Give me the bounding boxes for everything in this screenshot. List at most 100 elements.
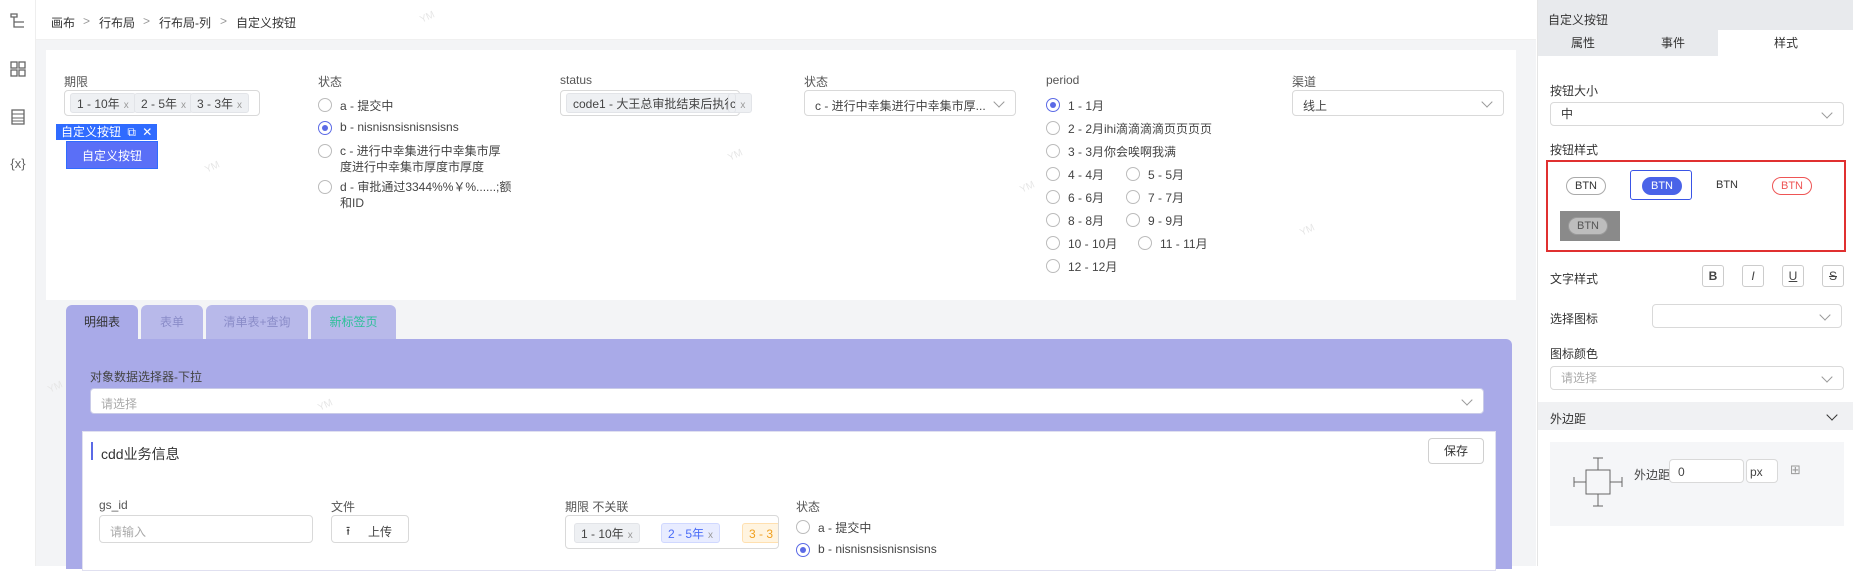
chevron-down-icon: [1819, 309, 1831, 321]
radio-label: a - 提交中: [818, 521, 872, 535]
radio[interactable]: [1046, 213, 1060, 227]
radio-label: 10 - 10月: [1068, 237, 1118, 251]
breadcrumb-item[interactable]: 画布: [51, 14, 75, 31]
upload-button[interactable]: ⭱ 上传: [331, 515, 409, 543]
strikethrough-toggle[interactable]: S: [1822, 265, 1844, 287]
components-grid-icon[interactable]: [8, 60, 28, 80]
radio[interactable]: [318, 180, 332, 194]
tab-events[interactable]: 事件: [1628, 30, 1718, 56]
form-row: 期限 1 - 10年 x 2 - 5年 x 3 - 3年 x 状态 a - 提交中 b…: [46, 50, 1516, 300]
tab-properties[interactable]: 属性: [1538, 30, 1628, 56]
breadcrumb-item[interactable]: 行布局-列: [159, 14, 211, 31]
btn-style-primary[interactable]: BTN: [1642, 177, 1682, 195]
radio[interactable]: [1138, 236, 1152, 250]
upload-icon: ⭱: [346, 524, 351, 538]
underline-toggle[interactable]: U: [1782, 265, 1804, 287]
status-select[interactable]: c - 进行中幸集进行中幸集市厚...: [804, 90, 1016, 116]
radio-label: 5 - 5月: [1148, 168, 1185, 182]
radio-label: d - 审批通过3344%%￥%......;额: [340, 180, 512, 194]
radio[interactable]: [1046, 121, 1060, 135]
radio-label-cont: 度进行中幸集市厚度市厚度: [340, 160, 485, 174]
tag[interactable]: 3 - 3年 x: [190, 93, 250, 113]
picker-label: 对象数据选择器-下拉: [90, 370, 202, 384]
breadcrumb-item[interactable]: 行布局: [99, 14, 135, 31]
radio[interactable]: [1126, 190, 1140, 204]
section-marker: [91, 442, 93, 460]
field-label: 状态: [804, 75, 829, 89]
tag: 2 - 5年 x: [661, 523, 721, 543]
tab-new[interactable]: 新标签页: [311, 305, 396, 339]
tab-list-query[interactable]: 清单表+查询: [206, 305, 308, 339]
bold-toggle[interactable]: B: [1702, 265, 1724, 287]
breadcrumb-sep: >: [143, 14, 151, 28]
section-card: cdd业务信息 保存 gs_id 请输入 文件 ⭱ 上传 期限 不关联 1 - …: [82, 431, 1496, 571]
italic-toggle[interactable]: I: [1742, 265, 1764, 287]
radio[interactable]: [1126, 213, 1140, 227]
left-toolbar: {x}: [0, 0, 36, 566]
btn-style-danger[interactable]: BTN: [1772, 177, 1812, 195]
icon-color-select[interactable]: 请选择: [1550, 366, 1844, 390]
breadcrumb-item[interactable]: 自定义按钮: [236, 14, 296, 31]
size-label: 按钮大小: [1550, 84, 1599, 98]
margin-label: 外边距: [1634, 468, 1671, 482]
radio-label: 1 - 1月: [1068, 99, 1105, 113]
btn-style-outline[interactable]: BTN: [1566, 177, 1606, 195]
margin-input[interactable]: 0: [1669, 459, 1744, 483]
field-label: period: [1046, 73, 1080, 87]
property-panel: 自定义按钮 属性 事件 样式 按钮大小 中 按钮样式 BTN BTN BTN B…: [1537, 0, 1853, 566]
radio[interactable]: [318, 144, 332, 158]
breadcrumb-sep: >: [83, 14, 91, 28]
radio[interactable]: [796, 520, 810, 534]
tab-form[interactable]: 表单: [141, 305, 203, 339]
size-select[interactable]: 中: [1550, 102, 1844, 126]
radio-label: 3 - 3月你会唉啊我满: [1068, 145, 1177, 159]
radio-label: b - nisnisnsisnisnsisns: [818, 542, 937, 556]
radio-label: 12 - 12月: [1068, 260, 1118, 274]
radio-label: 8 - 8月: [1068, 214, 1105, 228]
gs-id-input[interactable]: 请输入: [99, 515, 313, 543]
link-sides-icon[interactable]: ⊞: [1790, 462, 1801, 478]
chevron-down-icon: [1461, 394, 1473, 406]
radio-label: c - 进行中幸集进行中幸集市厚: [340, 144, 501, 158]
radio-selected[interactable]: [796, 543, 810, 557]
custom-button[interactable]: 自定义按钮: [66, 141, 158, 169]
tag[interactable]: 1 - 10年 x: [70, 93, 136, 113]
style-label: 按钮样式: [1550, 143, 1599, 157]
radio-selected[interactable]: [318, 121, 332, 135]
btn-style-disabled[interactable]: BTN: [1568, 217, 1608, 235]
radio[interactable]: [1046, 144, 1060, 158]
margin-editor: 外边距 0 px ⊞: [1550, 442, 1844, 526]
selected-component-tag[interactable]: 自定义按钮 ⧉ ✕: [56, 124, 158, 140]
object-picker[interactable]: 请选择: [90, 388, 1484, 414]
margin-box-icon: [1573, 457, 1623, 507]
radio[interactable]: [1046, 167, 1060, 181]
field-label: gs_id: [99, 498, 128, 512]
icon-select[interactable]: [1652, 304, 1842, 328]
btn-style-text[interactable]: BTN: [1708, 177, 1746, 195]
radio-selected[interactable]: [1046, 98, 1060, 112]
save-button[interactable]: 保存: [1428, 438, 1484, 464]
radio-label: 9 - 9月: [1148, 214, 1185, 228]
term-multiselect[interactable]: 1 - 10年 x 2 - 5年 x 3 - 3: [565, 515, 779, 549]
text-style-label: 文字样式: [1550, 272, 1599, 286]
channel-select[interactable]: 线上: [1292, 90, 1504, 116]
tab-style[interactable]: 样式: [1718, 30, 1853, 56]
radio[interactable]: [1046, 259, 1060, 273]
tag[interactable]: 2 - 5年 x: [134, 93, 194, 113]
radio[interactable]: [1126, 167, 1140, 181]
radio[interactable]: [318, 98, 332, 112]
radio[interactable]: [1046, 190, 1060, 204]
copy-icon[interactable]: ⧉: [127, 125, 136, 139]
tab-panel: 对象数据选择器-下拉 请选择 cdd业务信息 保存 gs_id 请输入 文件 ⭱…: [66, 339, 1512, 571]
outline-tree-icon[interactable]: [8, 12, 28, 32]
icon-label: 选择图标: [1550, 312, 1599, 326]
field-label: 期限 不关联: [565, 500, 629, 514]
tag: 1 - 10年 x: [574, 523, 640, 543]
radio[interactable]: [1046, 236, 1060, 250]
variables-icon[interactable]: {x}: [8, 154, 28, 174]
data-table-icon[interactable]: [8, 108, 28, 128]
margin-unit-select[interactable]: px: [1746, 459, 1778, 483]
tag[interactable]: code1 - 大王总审批结束后执行 x: [566, 93, 753, 113]
tab-detail-table[interactable]: 明细表: [66, 305, 138, 339]
close-icon[interactable]: ✕: [142, 125, 152, 139]
